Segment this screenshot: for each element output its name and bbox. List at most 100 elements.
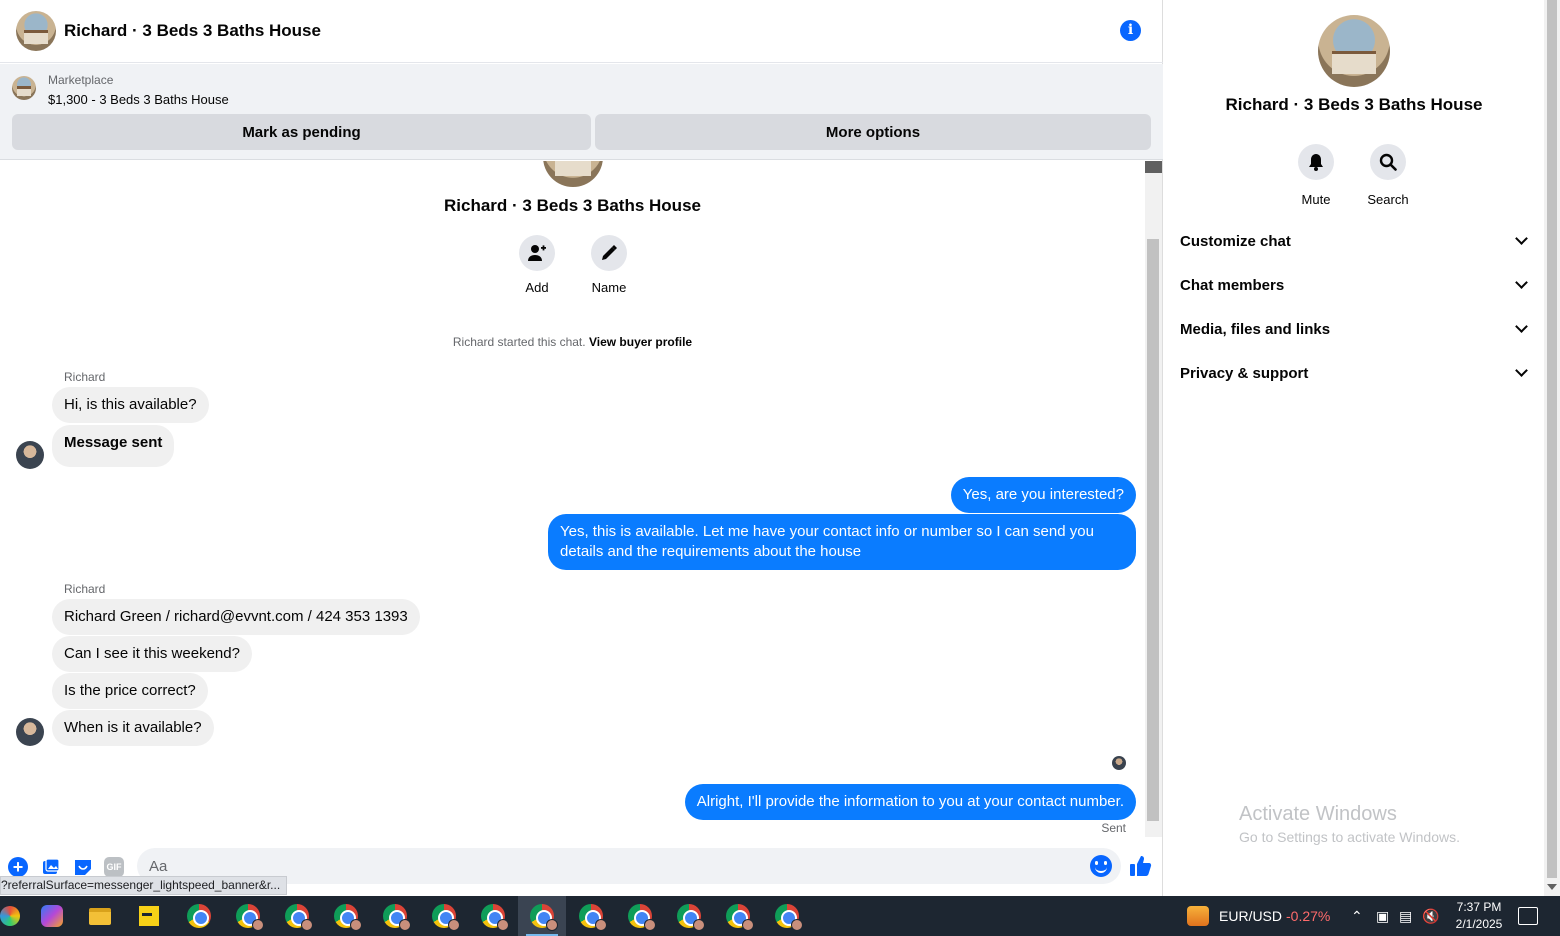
chat-started-notice: Richard started this chat. View buyer pr… (0, 335, 1145, 349)
chat-info-panel: Richard · 3 Beds 3 Baths House Mute Sear… (1164, 0, 1544, 896)
row-label: Chat members (1180, 276, 1285, 294)
message-bubble[interactable]: When is it available? (52, 710, 214, 746)
chrome-profile-icon[interactable] (273, 896, 321, 936)
network-icon[interactable]: ▤ (1399, 908, 1412, 925)
status-bar-url: ?referralSurface=messenger_lightspeed_ba… (0, 876, 288, 895)
emoji-icon[interactable] (1090, 855, 1112, 877)
message-status: Sent (1101, 821, 1126, 835)
info-title: Richard · 3 Beds 3 Baths House (1225, 95, 1483, 114)
sticker-icon[interactable] (73, 857, 93, 877)
chrome-profile-icon[interactable] (567, 896, 615, 936)
bell-icon[interactable] (1298, 144, 1334, 180)
chevron-up-icon[interactable]: ⌃ (1351, 908, 1363, 925)
chrome-profile-icon[interactable] (371, 896, 419, 936)
info-avatar[interactable] (1318, 15, 1390, 87)
chrome-profile-icon[interactable] (763, 896, 811, 936)
message-bubble[interactable]: Message sent (52, 425, 175, 467)
marketplace-banner: Marketplace $1,300 - 3 Beds 3 Baths Hous… (0, 64, 1163, 160)
marketplace-label: Marketplace (48, 73, 114, 87)
currency-widget-icon[interactable] (1187, 906, 1209, 926)
name-action[interactable]: Name (579, 235, 639, 295)
chat-members-row[interactable]: Chat members (1180, 263, 1530, 307)
more-options-button[interactable]: More options (595, 114, 1151, 150)
plus-icon[interactable]: + (8, 857, 28, 877)
sender-avatar[interactable] (16, 441, 44, 469)
chrome-profile-icon[interactable] (714, 896, 762, 936)
message-bubble-sent[interactable]: Yes, this is available. Let me have your… (548, 514, 1136, 570)
intro-title: Richard · 3 Beds 3 Baths House (444, 196, 701, 215)
chevron-down-icon (1515, 276, 1528, 289)
page-scrollbar[interactable] (1544, 0, 1560, 896)
activate-windows-title: Activate Windows (1239, 803, 1397, 825)
message-bubble-sent[interactable]: Yes, are you interested? (950, 477, 1136, 513)
row-label: Privacy & support (1180, 364, 1309, 382)
listing-title[interactable]: $1,300 - 3 Beds 3 Baths House (48, 92, 229, 107)
add-label: Add (525, 280, 549, 295)
chat-pane: Richard · 3 Beds 3 Baths House i Marketp… (0, 0, 1163, 896)
customize-chat-row[interactable]: Customize chat (1180, 219, 1530, 263)
mute-label: Mute (1301, 192, 1331, 207)
mark-as-pending-button[interactable]: Mark as pending (12, 114, 591, 150)
clock-date[interactable]: 2/1/2025 (1450, 917, 1508, 931)
thumbs-up-icon[interactable] (1129, 854, 1153, 878)
activate-windows-subtitle: Go to Settings to activate Windows. (1239, 829, 1460, 845)
sticky-notes-icon[interactable] (125, 896, 173, 936)
chrome-icon[interactable] (175, 896, 223, 936)
page-scroll-thumb[interactable] (1547, 0, 1557, 878)
currency-change: -0.27% (1286, 908, 1331, 924)
currency-pair[interactable]: EUR/USD (1219, 908, 1282, 924)
message-bubble[interactable]: Is the price correct? (52, 673, 208, 709)
chrome-profile-icon[interactable] (420, 896, 468, 936)
chrome-profile-icon[interactable] (616, 896, 664, 936)
chrome-profile-icon[interactable] (224, 896, 272, 936)
sender-name: Richard (64, 370, 106, 384)
notification-icon[interactable] (1518, 907, 1538, 925)
add-action[interactable]: Add (507, 235, 567, 295)
volume-muted-icon[interactable]: 🔇 (1422, 908, 1439, 925)
chevron-down-icon (1515, 320, 1528, 333)
message-bubble[interactable]: Can I see it this weekend? (52, 636, 252, 672)
view-buyer-profile-link[interactable]: View buyer profile (589, 335, 692, 349)
name-label: Name (591, 280, 627, 295)
privacy-support-row[interactable]: Privacy & support (1180, 351, 1530, 395)
row-label: Customize chat (1180, 232, 1291, 250)
chrome-profile-icon-active[interactable] (518, 896, 566, 936)
gif-icon[interactable]: GIF (104, 857, 124, 877)
chrome-profile-icon[interactable] (469, 896, 517, 936)
chrome-profile-icon[interactable] (322, 896, 370, 936)
add-person-icon[interactable] (519, 235, 555, 271)
info-icon[interactable]: i (1120, 20, 1141, 41)
search-icon[interactable] (1370, 144, 1406, 180)
message-list[interactable]: Richard · 3 Beds 3 Baths House Add Name … (0, 161, 1145, 837)
clock-time[interactable]: 7:37 PM (1455, 900, 1503, 914)
chat-avatar[interactable] (16, 11, 56, 51)
chevron-down-icon (1515, 232, 1528, 245)
scroll-thumb[interactable] (1147, 239, 1159, 821)
row-label: Media, files and links (1180, 320, 1331, 338)
intro-avatar (543, 161, 603, 187)
message-bubble-sent[interactable]: Alright, I'll provide the information to… (684, 784, 1136, 820)
photo-icon[interactable] (41, 857, 61, 877)
scroll-down-arrow-icon[interactable] (1145, 167, 1162, 173)
started-text: Richard started this chat. (452, 335, 586, 349)
chat-header: Richard · 3 Beds 3 Baths House i (0, 0, 1163, 63)
chat-title[interactable]: Richard · 3 Beds 3 Baths House (64, 21, 321, 41)
sender-avatar[interactable] (16, 718, 44, 746)
message-bubble[interactable]: Richard Green / richard@evvnt.com / 424 … (52, 599, 420, 635)
read-receipt-avatar (1112, 756, 1126, 770)
device-icon[interactable]: ▣ (1376, 908, 1389, 925)
chat-scrollbar[interactable] (1145, 161, 1162, 837)
listing-thumbnail[interactable] (12, 76, 36, 100)
pencil-icon[interactable] (591, 235, 627, 271)
media-files-links-row[interactable]: Media, files and links (1180, 307, 1530, 351)
copilot-icon[interactable] (28, 896, 76, 936)
chevron-down-icon (1515, 364, 1528, 377)
sender-name: Richard (64, 582, 106, 596)
file-explorer-icon[interactable] (76, 896, 124, 936)
search-label: Search (1367, 192, 1409, 207)
search-action[interactable]: Search (1353, 144, 1423, 207)
mute-action[interactable]: Mute (1281, 144, 1351, 207)
message-bubble[interactable]: Hi, is this available? (52, 387, 209, 423)
chrome-profile-icon[interactable] (665, 896, 713, 936)
scroll-down-arrow-icon[interactable] (1547, 884, 1557, 890)
